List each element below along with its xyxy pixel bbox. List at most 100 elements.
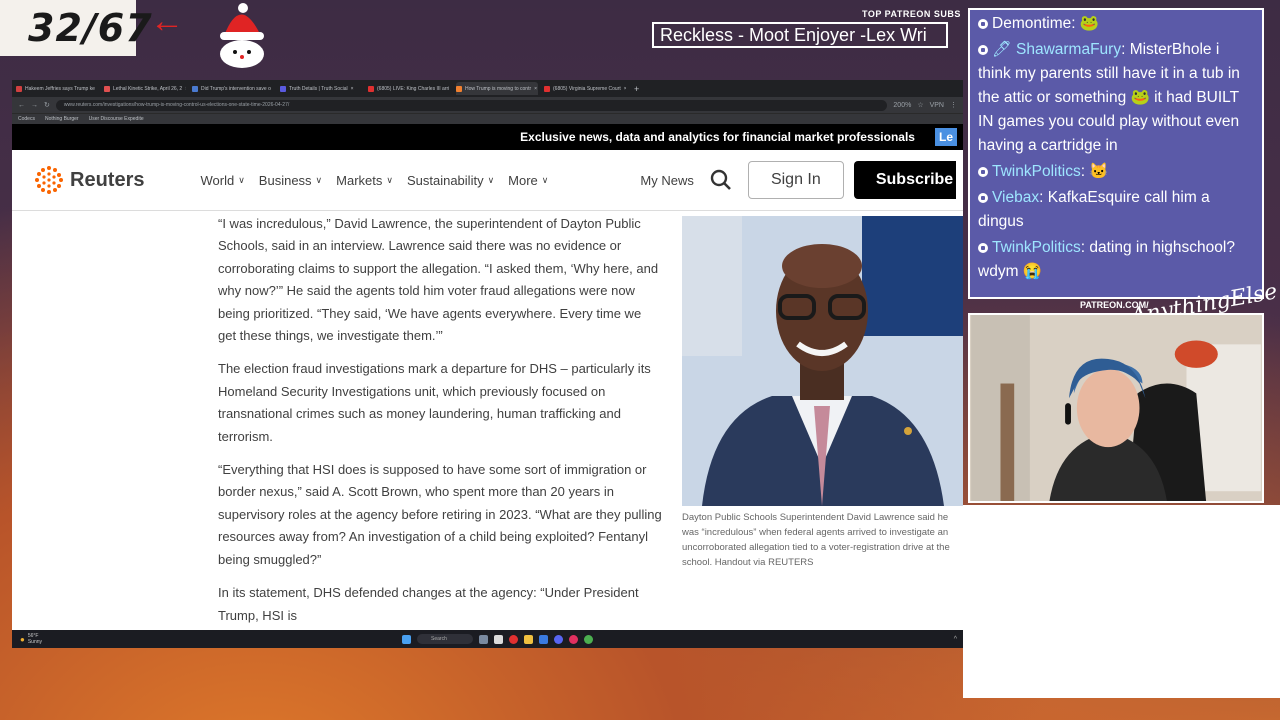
- close-icon[interactable]: ×: [534, 86, 537, 92]
- menu-more[interactable]: More ∨: [508, 173, 548, 188]
- tab-label: (6805) LIVE: King Charles III arri: [377, 85, 450, 92]
- browser-tab[interactable]: (6805) LIVE: King Charles III arri×: [368, 82, 450, 95]
- browser-tab[interactable]: (6805) Virginia Supreme Court ×: [544, 82, 626, 95]
- reuters-logo-icon: [35, 166, 63, 194]
- chevron-down-icon: ∨: [238, 174, 245, 185]
- chevron-down-icon: ∨: [487, 174, 495, 185]
- menu-icon[interactable]: ⋮: [950, 101, 957, 109]
- discord-icon[interactable]: [554, 634, 564, 644]
- chat-message: Viebax: KafkaEsquire call him a dingus: [978, 186, 1254, 234]
- article-paragraph: In its statement, DHS defended changes a…: [218, 585, 639, 623]
- chat-username[interactable]: TwinkPolitics: [992, 239, 1081, 256]
- menu-business[interactable]: Business ∨: [259, 173, 322, 188]
- goal-counter: 32/67: [0, 0, 152, 56]
- close-icon[interactable]: ×: [185, 86, 186, 92]
- logo-text: Reuters: [70, 168, 145, 191]
- reuters-logo[interactable]: Reuters: [34, 165, 144, 195]
- taskbar-search[interactable]: Search: [417, 634, 474, 644]
- chat-username[interactable]: 🖊 ShawarmaFury: [992, 41, 1121, 58]
- menu-world[interactable]: World ∨: [200, 173, 244, 188]
- star-icon[interactable]: ☆: [917, 101, 923, 109]
- chat-username[interactable]: Demontime: [992, 15, 1071, 32]
- close-icon[interactable]: ×: [624, 86, 626, 92]
- obs-icon[interactable]: [569, 634, 579, 644]
- windows-start-icon[interactable]: [402, 634, 412, 644]
- browser-tab[interactable]: Did Trump's intervention save o×: [192, 82, 274, 95]
- tab-label: Truth Details | Truth Social: [289, 85, 348, 92]
- patreon-label: TOP PATREON SUBS: [862, 9, 961, 19]
- chevron-down-icon: ∨: [541, 174, 549, 185]
- article-body: “I was incredulous,” David Lawrence, the…: [218, 213, 662, 638]
- bookmark-item[interactable]: User Discourse Expedite: [89, 116, 144, 122]
- tab-favicon-icon: [368, 85, 374, 92]
- back-icon[interactable]: ←: [18, 102, 25, 109]
- zoom-indicator[interactable]: 200%: [893, 102, 911, 109]
- sign-in-button[interactable]: Sign In: [747, 161, 844, 199]
- browser-tab[interactable]: Hakeem Jeffries says Trump ke×: [16, 82, 98, 95]
- browser-window: Hakeem Jeffries says Trump ke×Lethal Kin…: [12, 80, 963, 648]
- chat-message: 🖊 ShawarmaFury: MisterBhole i think my p…: [978, 38, 1254, 158]
- chrome-icon[interactable]: [584, 634, 594, 644]
- app-icon[interactable]: [479, 634, 489, 644]
- menu-sustainability[interactable]: Sustainability ∨: [407, 173, 494, 188]
- site-nav: Reuters World ∨ Business ∨ Markets ∨ Sustai…: [12, 150, 963, 211]
- folder-icon[interactable]: [524, 634, 534, 644]
- chat-panel: Demontime: 🐸 🖊 ShawarmaFury: MisterBhole …: [968, 8, 1264, 299]
- chat-badge-icon: [978, 193, 988, 203]
- close-icon[interactable]: ×: [351, 86, 354, 92]
- chevron-down-icon: ∨: [315, 174, 323, 185]
- patreon-ticker: Reckless - Moot Enjoyer -Lex Wri: [652, 22, 948, 48]
- tab-strip: Hakeem Jeffries says Trump ke×Lethal Kin…: [12, 80, 963, 97]
- windows-taskbar: ● 56°F Sunny Search ^: [12, 630, 963, 648]
- tab-favicon-icon: [544, 85, 550, 92]
- taskbar-icons: Search: [402, 634, 594, 644]
- chat-username[interactable]: TwinkPolitics: [992, 163, 1081, 180]
- promo-banner: Exclusive news, data and analytics for f…: [12, 124, 963, 150]
- forward-icon[interactable]: →: [31, 102, 38, 109]
- chat-badge-icon: [978, 45, 988, 55]
- chat-message: Demontime: 🐸: [978, 12, 1254, 36]
- chevron-down-icon: ∨: [386, 174, 393, 185]
- chat-message: TwinkPolitics: 🐱: [978, 160, 1254, 184]
- sun-icon: ●: [20, 634, 25, 644]
- menu-markets[interactable]: Markets ∨: [336, 173, 393, 188]
- address-bar-row: ← → ↻ www.reuters.com/investigations/how…: [12, 97, 963, 113]
- browser-tab[interactable]: Lethal Kinetic Strike, April 26, 2×: [104, 82, 186, 95]
- opera-icon[interactable]: [509, 634, 519, 644]
- tab-favicon-icon: [280, 85, 286, 92]
- reload-icon[interactable]: ↻: [44, 101, 50, 109]
- chat-message: TwinkPolitics: dating in highschool? wdy…: [978, 236, 1254, 284]
- chat-text: : 🐸: [1071, 15, 1100, 32]
- arrow-left-icon: ←: [150, 2, 184, 40]
- system-tray-icon[interactable]: ^: [954, 636, 957, 643]
- chat-badge-icon: [978, 243, 988, 253]
- article-paragraph: The election fraud investigations mark a…: [218, 361, 651, 444]
- weather-widget[interactable]: ● 56°F Sunny: [20, 633, 42, 645]
- browser-tab[interactable]: How Trump is moving to contr ×: [456, 82, 538, 95]
- blank-panel: [963, 505, 1280, 698]
- my-news-link[interactable]: My News: [640, 173, 693, 188]
- banner-text: Exclusive news, data and analytics for f…: [520, 130, 915, 144]
- learn-more-button[interactable]: Le: [934, 128, 957, 146]
- bookmark-item[interactable]: Nothing Burger: [45, 116, 79, 122]
- webcam-feed: [968, 313, 1264, 503]
- mascot-santa-icon: [220, 3, 264, 68]
- chat-username[interactable]: Viebax: [992, 189, 1039, 206]
- bookmark-item[interactable]: Codecs: [18, 116, 35, 122]
- tab-favicon-icon: [16, 85, 22, 92]
- chat-badge-icon: [978, 19, 988, 29]
- tab-label: Hakeem Jeffries says Trump ke: [25, 85, 95, 92]
- tab-label: Did Trump's intervention save o: [201, 85, 271, 92]
- search-icon[interactable]: [710, 169, 732, 191]
- main-menu: World ∨ Business ∨ Markets ∨ Sustainability…: [200, 173, 548, 188]
- browser-tab[interactable]: Truth Details | Truth Social ×: [280, 82, 362, 95]
- new-tab-icon[interactable]: +: [634, 84, 639, 94]
- url-field[interactable]: www.reuters.com/investigations/how-trump…: [55, 99, 888, 111]
- vpn-badge[interactable]: VPN: [930, 102, 944, 109]
- store-icon[interactable]: [539, 634, 549, 644]
- task-view-icon[interactable]: [494, 634, 504, 644]
- tab-favicon-icon: [104, 85, 110, 92]
- article-photo[interactable]: [682, 216, 963, 506]
- subscribe-button[interactable]: Subscribe: [853, 161, 956, 199]
- article-paragraph: “Everything that HSI does is supposed to…: [218, 462, 662, 567]
